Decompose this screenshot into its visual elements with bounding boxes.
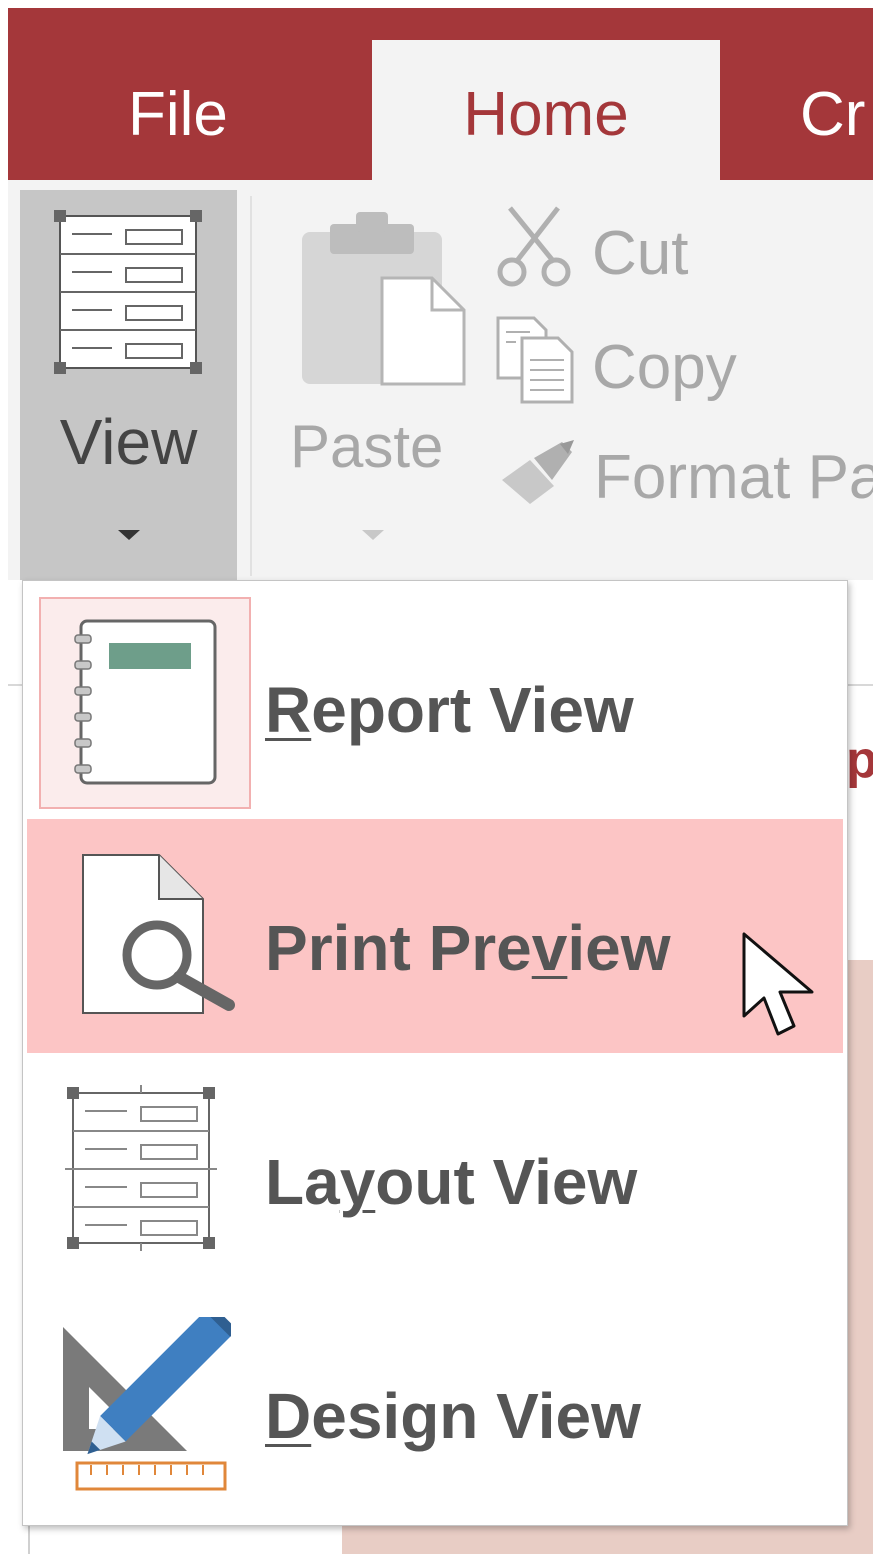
- menu-item-label: Report View: [265, 674, 634, 746]
- report-background-area-bottom: [342, 1526, 873, 1554]
- format-painter-button[interactable]: Format Pa: [594, 442, 873, 513]
- layout-view-icon: [54, 210, 202, 374]
- cut-button[interactable]: Cut: [592, 218, 688, 289]
- paste-dropdown-arrow-icon[interactable]: [362, 530, 384, 540]
- print-preview-icon: [82, 854, 235, 1014]
- copy-icon: [496, 316, 574, 404]
- report-background-area: [845, 960, 873, 1554]
- menu-item-label: Print Preview: [265, 912, 671, 984]
- tab-create[interactable]: Cr: [800, 40, 873, 180]
- scissors-icon: [497, 206, 571, 287]
- copy-button[interactable]: Copy: [592, 332, 737, 403]
- menu-item-print-preview[interactable]: Print Preview: [27, 819, 843, 1053]
- mouse-cursor-icon: [742, 932, 814, 1036]
- paste-icon[interactable]: [300, 210, 470, 390]
- background-title-fragment: p: [846, 731, 873, 789]
- format-painter-icon: [502, 440, 574, 504]
- menu-item-layout-view[interactable]: Layout View: [23, 1053, 847, 1287]
- paste-button-label[interactable]: Paste: [290, 412, 443, 481]
- tab-home[interactable]: Home: [372, 40, 720, 182]
- report-view-icon: [74, 619, 217, 785]
- menu-item-label: Layout View: [265, 1146, 638, 1218]
- menu-item-report-view[interactable]: Report View: [23, 581, 847, 815]
- view-button-label: View: [59, 406, 198, 478]
- tab-file[interactable]: File: [128, 40, 228, 180]
- layout-view-icon: [65, 1085, 217, 1251]
- menu-item-design-view[interactable]: Design View: [23, 1287, 847, 1523]
- view-dropdown-arrow-icon: [118, 530, 140, 540]
- view-dropdown-menu: Report View Print Preview Layout View De…: [22, 580, 848, 1526]
- menu-item-label: Design View: [265, 1380, 641, 1452]
- ribbon-separator: [250, 196, 252, 576]
- design-view-icon: [63, 1317, 231, 1491]
